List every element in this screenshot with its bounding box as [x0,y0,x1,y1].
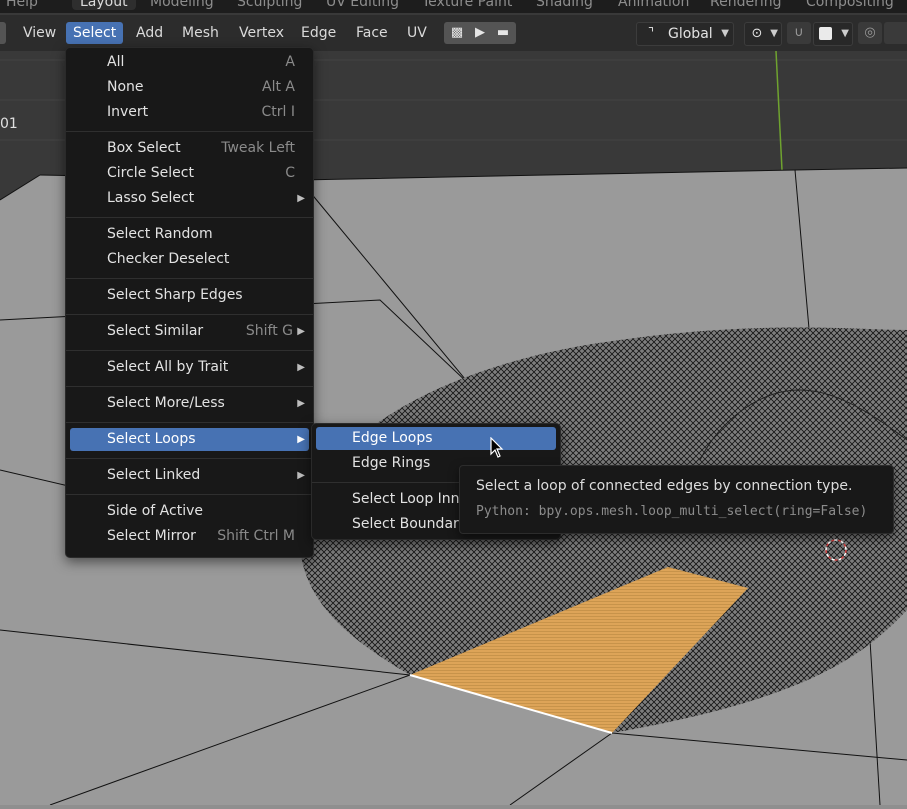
film-icon[interactable]: ▩ [446,22,468,44]
menu-item-circle-select[interactable]: Circle Select C [70,162,309,185]
submenu-arrow-icon: ▶ [297,193,305,204]
menu-item-invert[interactable]: Invert Ctrl I [70,101,309,124]
tab-shading[interactable]: Shading [536,0,593,10]
pivot-point-dropdown[interactable]: ⊙ ▼ [744,22,782,46]
menu-view[interactable]: View [16,22,63,44]
menu-item-select-more-less[interactable]: Select More/Less ▶ [70,392,309,415]
menu-separator [66,350,313,351]
transform-orientation-dropdown[interactable]: ⌝ Global ▼ [636,22,734,46]
tab-uv-editing[interactable]: UV Editing [326,0,399,10]
viewport-overlay-text: 01 [0,116,18,132]
menu-add[interactable]: Add [129,22,170,44]
workspace-tabs-bar: Help Layout Modeling Sculpting UV Editin… [0,0,907,13]
snap-magnet-icon: ∪ [794,25,804,40]
menu-item-select-random[interactable]: Select Random [70,223,309,246]
menu-separator [66,217,313,218]
submenu-arrow-icon: ▶ [297,434,305,445]
proportional-edit-icon: ◎ [864,25,876,40]
menu-item-box-select[interactable]: Box Select Tweak Left [70,137,309,160]
menu-uv[interactable]: UV [400,22,434,44]
menu-face[interactable]: Face [349,22,395,44]
tab-animation[interactable]: Animation [618,0,689,10]
snap-target-icon [819,27,832,40]
editor-type-button[interactable] [0,22,6,44]
menu-item-side-of-active[interactable]: Side of Active [70,500,309,523]
menu-item-select-loops[interactable]: Select Loops ▶ [70,428,309,451]
snap-target-dropdown[interactable]: ▼ [813,22,853,46]
chevron-down-icon: ▼ [770,28,778,39]
menu-separator [66,494,313,495]
menu-item-all[interactable]: All A [70,51,309,74]
tab-rendering[interactable]: Rendering [710,0,782,10]
menu-select[interactable]: Select [66,22,124,44]
transform-orientation-value: Global [668,26,713,42]
folder-icon[interactable]: ▬ [492,22,514,44]
tab-compositing[interactable]: Compositing [806,0,894,10]
menu-separator [66,278,313,279]
operator-tooltip: Select a loop of connected edges by conn… [459,465,894,534]
proportional-edit-toggle[interactable]: ◎ [858,22,882,44]
snap-toggle[interactable]: ∪ [787,22,811,44]
menu-edge[interactable]: Edge [294,22,343,44]
proportional-falloff-dropdown[interactable] [884,22,907,44]
mouse-cursor-icon [490,437,504,458]
play-icon[interactable]: ▶ [469,22,491,44]
submenu-arrow-icon: ▶ [297,362,305,373]
menu-mesh[interactable]: Mesh [175,22,226,44]
tab-sculpting[interactable]: Sculpting [237,0,302,10]
submenu-arrow-icon: ▶ [297,326,305,337]
menu-item-checker-deselect[interactable]: Checker Deselect [70,248,309,271]
submenu-item-edge-loops[interactable]: Edge Loops [316,427,556,450]
tooltip-python: Python: bpy.ops.mesh.loop_multi_select(r… [476,504,868,519]
tab-layout[interactable]: Layout [72,0,136,10]
menu-item-select-similar[interactable]: Select Similar Shift G ▶ [70,320,309,343]
select-menu: All A None Alt A Invert Ctrl I Box Select Tw… [65,47,314,558]
menu-separator [66,422,313,423]
menu-vertex[interactable]: Vertex [232,22,291,44]
tab-texture-paint[interactable]: Texture Paint [422,0,512,10]
playback-button-group: ▩ ▶ ▬ [444,22,516,44]
submenu-arrow-icon: ▶ [297,470,305,481]
menu-item-select-mirror[interactable]: Select Mirror Shift Ctrl M [70,525,309,548]
viewport-header: View Select Add Mesh Vertex Edge Face UV… [0,15,907,51]
menu-item-select-linked[interactable]: Select Linked ▶ [70,464,309,487]
menu-separator [66,131,313,132]
chevron-down-icon: ▼ [841,28,849,39]
pivot-icon: ⊙ [751,26,763,41]
menu-separator [66,314,313,315]
submenu-arrow-icon: ▶ [297,398,305,409]
menu-separator [66,458,313,459]
tab-modeling[interactable]: Modeling [150,0,214,10]
help-menu[interactable]: Help [6,0,38,10]
chevron-down-icon: ▼ [721,28,729,39]
menu-separator [66,386,313,387]
transform-axes-icon: ⌝ [647,26,655,41]
menu-item-select-sharp-edges[interactable]: Select Sharp Edges [70,284,309,307]
menu-item-lasso-select[interactable]: Lasso Select ▶ [70,187,309,210]
menu-item-none[interactable]: None Alt A [70,76,309,99]
tooltip-description: Select a loop of connected edges by conn… [476,478,853,494]
menu-item-select-all-by-trait[interactable]: Select All by Trait ▶ [70,356,309,379]
